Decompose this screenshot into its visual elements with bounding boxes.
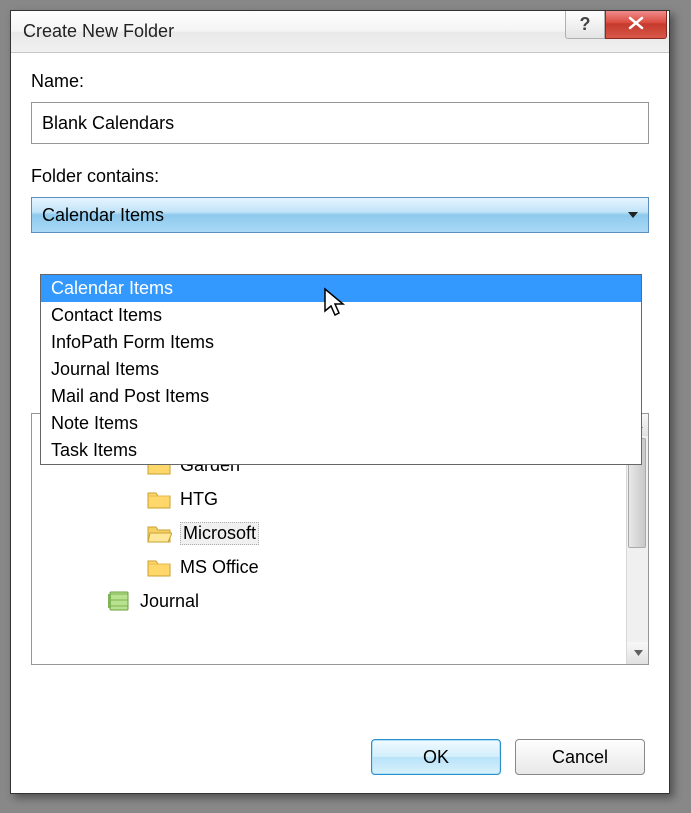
tree-label: MS Office [180, 557, 259, 578]
dropdown-item[interactable]: InfoPath Form Items [41, 329, 641, 356]
dropdown-item[interactable]: Mail and Post Items [41, 383, 641, 410]
tree-label: Microsoft [180, 522, 259, 545]
scroll-down-button[interactable] [627, 642, 649, 664]
combo-value: Calendar Items [42, 205, 164, 226]
chevron-down-icon [628, 212, 638, 218]
tree-item-microsoft[interactable]: Microsoft [36, 516, 622, 550]
dropdown-item[interactable]: Contact Items [41, 302, 641, 329]
dropdown-item[interactable]: Task Items [41, 437, 641, 464]
cancel-button[interactable]: Cancel [515, 739, 645, 775]
help-icon: ? [580, 14, 591, 35]
chevron-down-icon [634, 650, 643, 656]
dropdown-item[interactable]: Calendar Items [41, 275, 641, 302]
close-button[interactable] [605, 11, 667, 39]
folder-icon [146, 556, 172, 578]
tree-item-msoffice[interactable]: MS Office [36, 550, 622, 584]
dropdown-item[interactable]: Note Items [41, 410, 641, 437]
tree-item-journal[interactable]: Journal [36, 584, 622, 618]
dialog-title: Create New Folder [23, 21, 174, 42]
tree-item-htg[interactable]: HTG [36, 482, 622, 516]
tree-label: HTG [180, 489, 218, 510]
close-icon [627, 13, 645, 36]
dropdown-item[interactable]: Journal Items [41, 356, 641, 383]
folder-contains-combo[interactable]: Calendar Items [31, 197, 649, 233]
name-label: Name: [31, 71, 649, 92]
journal-icon [106, 590, 132, 612]
combo-dropdown[interactable]: Calendar Items Contact Items InfoPath Fo… [40, 274, 642, 465]
help-button[interactable]: ? [565, 11, 605, 39]
folder-icon [146, 488, 172, 510]
folder-contains-label: Folder contains: [31, 166, 649, 187]
name-input[interactable] [31, 102, 649, 144]
ok-button[interactable]: OK [371, 739, 501, 775]
titlebar[interactable]: Create New Folder ? [11, 11, 669, 53]
folder-open-icon [146, 522, 172, 544]
tree-label: Journal [140, 591, 199, 612]
